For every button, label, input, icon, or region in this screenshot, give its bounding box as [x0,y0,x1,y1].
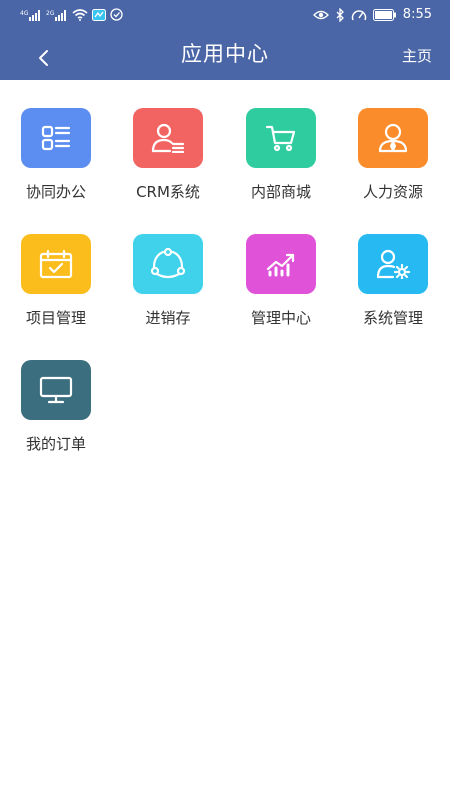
bar-chart-icon [246,234,316,294]
app-tile-human-resources[interactable]: 人力资源 [337,80,449,201]
app-tile-management-center[interactable]: 管理中心 [225,206,337,327]
app-tile-label: 管理中心 [250,309,311,327]
list-grid-icon [21,108,91,168]
cycle-icon [133,234,203,294]
status-right: 8:55 [312,5,432,25]
app-tile-label: 进销存 [145,309,191,327]
app-bar: 应用中心 主页 [0,30,450,80]
wifi-icon [72,8,88,21]
app-tile-label: CRM系统 [136,183,200,201]
app-tile-label: 内部商城 [250,183,311,201]
app-tile-internal-mall[interactable]: 内部商城 [225,80,337,201]
app-tile-crm[interactable]: CRM系统 [112,80,224,201]
eye-icon [312,10,329,20]
user-list-icon [133,108,203,168]
network-type-label: 4G [20,10,29,17]
app-tile-label: 协同办公 [25,183,86,201]
app-tile-inventory[interactable]: 进销存 [112,206,224,327]
app-tile-collaborative-office[interactable]: 协同办公 [0,80,112,201]
monitor-icon [21,360,91,420]
home-link[interactable]: 主页 [402,45,432,66]
bluetooth-icon [336,8,344,22]
user-gear-icon [358,234,428,294]
speed-icon [351,10,367,21]
app-tile-label: 我的订单 [25,435,86,453]
person-tie-icon [358,108,428,168]
calendar-check-icon [21,234,91,294]
signal-icon: 4G [20,9,40,21]
app-tile-label: 人力资源 [362,183,423,201]
app-tile-label: 项目管理 [25,309,86,327]
cart-icon [246,108,316,168]
page-title: 应用中心 [181,42,269,66]
notification-icon [110,8,123,21]
signal-icon: 2G [46,9,66,21]
status-left: 4G 2G [20,8,123,21]
status-bar: 4G 2G 8:55 [0,0,450,30]
app-tile-project-management[interactable]: 项目管理 [0,206,112,327]
notification-icon [92,8,106,21]
app-tile-system-management[interactable]: 系统管理 [337,206,449,327]
network-type-label: 2G [46,10,55,17]
status-time: 8:55 [402,7,432,22]
battery-icon [372,9,396,21]
app-tile-label: 系统管理 [362,309,423,327]
app-tile-my-orders[interactable]: 我的订单 [0,332,112,453]
